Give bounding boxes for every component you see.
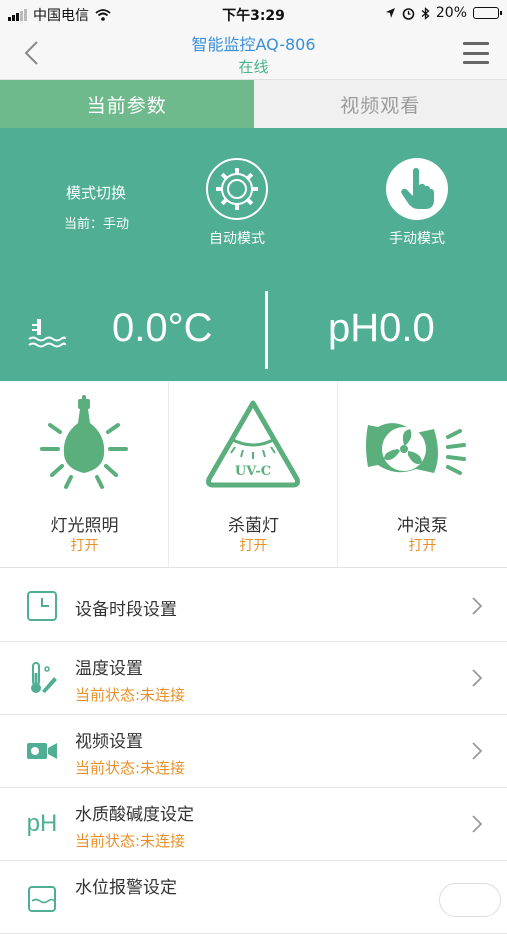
mode-panel: 模式切换 当前：手动 自动模式	[0, 128, 507, 381]
device-name: 灯光照明	[0, 511, 169, 536]
tab-bar: 当前参数 视频观看	[0, 80, 507, 128]
settings-status: 当前状态:未连接	[75, 684, 185, 705]
online-status: 在线	[0, 56, 507, 77]
mode-switch-label: 模式切换	[66, 182, 126, 203]
manual-mode-label: 手动模式	[362, 228, 472, 248]
nav-bar: 智能监控AQ-806 在线	[0, 28, 507, 80]
water-level-toggle[interactable]	[439, 883, 501, 917]
device-state: 打开	[338, 535, 507, 555]
battery-percent: 20%	[436, 5, 467, 21]
video-camera-icon	[24, 733, 60, 769]
hamburger-menu-icon[interactable]	[463, 42, 489, 64]
settings-row-schedule[interactable]: 设备时段设置	[0, 570, 507, 642]
uv-c-label: UV-C	[235, 464, 271, 479]
settings-status: 当前状态:未连接	[75, 757, 185, 778]
auto-mode-button[interactable]: 自动模式	[182, 158, 292, 248]
chevron-right-icon	[471, 741, 483, 761]
settings-row-temperature[interactable]: 温度设置 当前状态:未连接	[0, 642, 507, 715]
water-temperature-icon	[28, 318, 66, 348]
mode-current-text: 当前：手动	[64, 213, 129, 232]
settings-row-water-level[interactable]: 水位报警设定	[0, 861, 507, 934]
device-state: 打开	[169, 535, 338, 555]
device-uv-lamp[interactable]: UV-C 杀菌灯 打开	[169, 381, 338, 567]
settings-title: 温度设置	[75, 654, 143, 679]
device-wave-pump[interactable]: 冲浪泵 打开	[338, 381, 507, 567]
hand-pointer-icon	[386, 158, 448, 220]
alarm-icon	[402, 7, 415, 20]
readings-divider	[265, 291, 268, 369]
device-light[interactable]: 灯光照明 打开	[0, 381, 169, 567]
chevron-right-icon	[471, 668, 483, 688]
status-bar: 中国电信 下午3:29 20%	[0, 0, 507, 28]
light-bulb-icon	[0, 395, 169, 500]
location-icon	[385, 7, 396, 19]
tab-current-params[interactable]: 当前参数	[0, 80, 254, 128]
settings-title: 水质酸碱度设定	[75, 800, 194, 825]
bluetooth-icon	[421, 7, 430, 20]
chevron-right-icon	[471, 814, 483, 834]
water-level-icon	[24, 879, 60, 915]
status-right: 20%	[385, 5, 499, 21]
settings-title: 设备时段设置	[75, 595, 177, 620]
settings-status: 当前状态:未连接	[75, 830, 185, 851]
auto-mode-label: 自动模式	[182, 228, 292, 248]
device-state: 打开	[0, 535, 169, 555]
ph-icon-text: pH	[27, 810, 58, 838]
settings-title: 水位报警设定	[75, 873, 177, 898]
ph-icon: pH	[24, 806, 60, 842]
clock-icon	[24, 588, 60, 624]
device-title: 智能监控AQ-806	[0, 31, 507, 55]
gear-icon	[206, 158, 268, 220]
uv-lamp-icon: UV-C	[169, 395, 338, 500]
temperature-value: 0.0°C	[112, 306, 213, 351]
settings-title: 视频设置	[75, 727, 143, 752]
wave-pump-icon	[338, 395, 507, 500]
settings-row-ph[interactable]: pH 水质酸碱度设定 当前状态:未连接	[0, 788, 507, 861]
tab-video[interactable]: 视频观看	[254, 80, 507, 128]
chevron-right-icon	[471, 596, 483, 616]
device-name: 冲浪泵	[338, 511, 507, 536]
settings-list: 设备时段设置 温度设置 当前状态:未连接 视频设置 当前状态:未连接	[0, 570, 507, 934]
manual-mode-button[interactable]: 手动模式	[362, 158, 472, 248]
device-name: 杀菌灯	[169, 511, 338, 536]
thermometer-icon	[24, 660, 60, 696]
battery-icon	[473, 7, 499, 19]
ph-value: pH0.0	[328, 306, 435, 351]
settings-row-video[interactable]: 视频设置 当前状态:未连接	[0, 715, 507, 788]
device-controls: 灯光照明 打开 UV-C 杀菌灯 打开	[0, 381, 507, 568]
